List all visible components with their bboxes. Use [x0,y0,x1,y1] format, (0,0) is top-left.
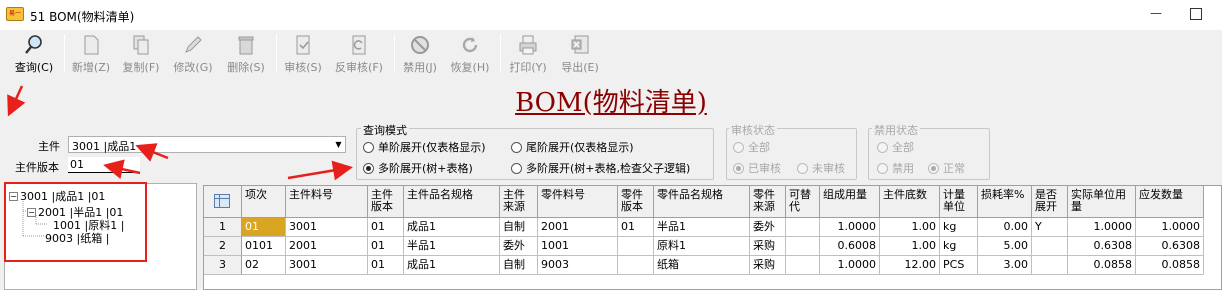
annotation-arrows [7,85,353,181]
